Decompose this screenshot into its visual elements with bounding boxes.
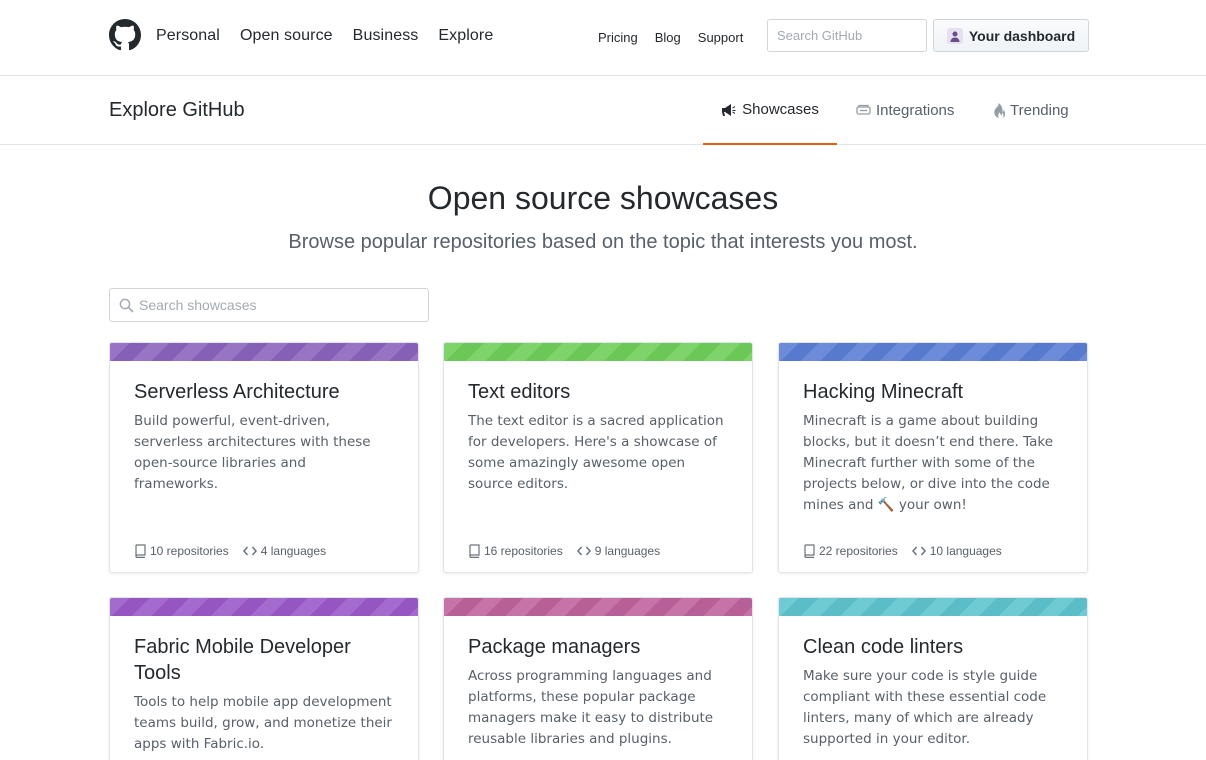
repo-icon (135, 544, 146, 558)
card-meta: 22 repositories 10 languages (803, 544, 1016, 558)
showcase-card-fabric[interactable]: Fabric Mobile Developer Tools Tools to h… (109, 597, 419, 760)
repo-count-label: 10 repositories (150, 544, 229, 558)
card-title: Text editors (468, 381, 571, 403)
nav-personal[interactable]: Personal (156, 27, 220, 45)
page-subtitle: Browse popular repositories based on the… (288, 231, 918, 253)
showcase-search (109, 288, 429, 322)
nav-blog[interactable]: Blog (655, 30, 681, 45)
plug-icon (856, 104, 871, 115)
tab-trending-label: Trending (1010, 101, 1069, 119)
github-logo-icon[interactable] (109, 19, 141, 51)
repo-count-label: 16 repositories (484, 544, 563, 558)
tab-trending[interactable]: Trending (993, 76, 1069, 144)
card-meta: 16 repositories 9 languages (468, 544, 674, 558)
code-icon (242, 546, 257, 556)
repo-icon (804, 544, 815, 558)
tab-integrations[interactable]: Integrations (856, 76, 954, 144)
nav-pricing[interactable]: Pricing (598, 30, 638, 45)
avatar (946, 27, 963, 44)
tab-showcases-label: Showcases (742, 101, 819, 118)
your-dashboard-button[interactable]: Your dashboard (933, 19, 1089, 52)
secondary-nav: Pricing Blog Support (598, 30, 760, 45)
language-count-label: 10 languages (929, 544, 1002, 558)
card-description: The text editor is a sacred application … (468, 413, 724, 492)
language-count-label: 9 languages (594, 544, 661, 558)
flame-icon (994, 102, 1005, 118)
card-banner (779, 343, 1087, 361)
repo-icon (469, 544, 480, 558)
language-count-label: 4 languages (260, 544, 327, 558)
showcase-card-clean-code-linters[interactable]: Clean code linters Make sure your code i… (778, 597, 1088, 760)
card-description: Build powerful, event-driven, serverless… (134, 413, 371, 492)
card-title: Hacking Minecraft (803, 381, 964, 403)
nav-business[interactable]: Business (353, 27, 419, 45)
card-banner (110, 343, 418, 361)
card-description: Minecraft is a game about building block… (803, 413, 1054, 513)
code-icon (576, 546, 591, 556)
language-count: 4 languages (242, 544, 327, 558)
repo-count-label: 22 repositories (819, 544, 898, 558)
card-title: Package managers (468, 636, 641, 658)
card-description: Across programming languages and platfor… (468, 668, 714, 747)
dashboard-label: Your dashboard (968, 27, 1076, 44)
showcase-search-input[interactable] (139, 289, 424, 321)
github-search-input[interactable] (767, 19, 927, 52)
card-title: Clean code linters (803, 636, 964, 658)
nav-support[interactable]: Support (698, 30, 744, 45)
page-title: Open source showcases (427, 180, 779, 216)
card-title: Serverless Architecture (134, 381, 340, 403)
code-icon (911, 546, 926, 556)
megaphone-icon (722, 103, 736, 116)
search-icon (119, 298, 134, 313)
nav-explore[interactable]: Explore (438, 27, 493, 45)
language-count: 9 languages (576, 544, 661, 558)
explore-subnav: Explore GitHub Showcases Integrations Tr… (0, 76, 1206, 145)
explore-title: Explore GitHub (109, 99, 245, 121)
showcase-card-package-managers[interactable]: Package managers Across programming lang… (443, 597, 753, 760)
language-count: 10 languages (911, 544, 1002, 558)
nav-open-source[interactable]: Open source (240, 27, 333, 45)
showcase-card-text-editors[interactable]: Text editors The text editor is a sacred… (443, 342, 753, 573)
card-description: Tools to help mobile app development tea… (134, 694, 392, 752)
card-banner (110, 598, 418, 616)
tab-integrations-label: Integrations (876, 101, 955, 119)
repo-count: 16 repositories (468, 544, 563, 558)
showcase-card-serverless[interactable]: Serverless Architecture Build powerful, … (109, 342, 419, 573)
repo-count: 22 repositories (803, 544, 898, 558)
repo-count: 10 repositories (134, 544, 229, 558)
card-title: Fabric Mobile Developer Tools (134, 636, 351, 684)
tab-showcases[interactable]: Showcases (703, 76, 837, 145)
site-header: Personal Open source Business Explore Pr… (0, 0, 1206, 76)
card-description: Make sure your code is style guide compl… (803, 668, 1047, 747)
card-banner (779, 598, 1087, 616)
card-banner (444, 343, 752, 361)
card-meta: 10 repositories 4 languages (134, 544, 340, 558)
primary-nav: Personal Open source Business Explore (156, 27, 513, 45)
card-banner (444, 598, 752, 616)
showcase-card-hacking-minecraft[interactable]: Hacking Minecraft Minecraft is a game ab… (778, 342, 1088, 573)
